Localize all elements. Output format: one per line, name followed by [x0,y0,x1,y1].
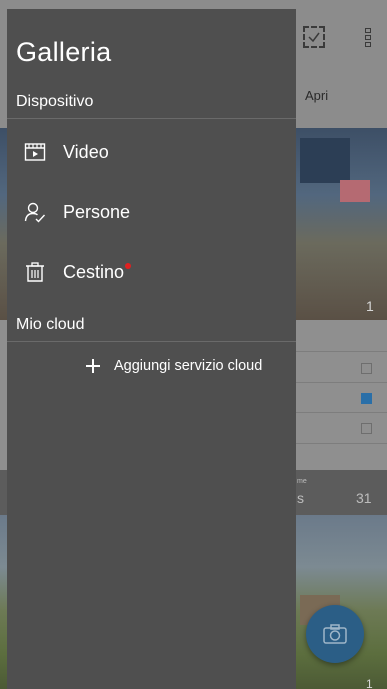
list-checkbox-checked[interactable] [361,393,372,404]
people-icon [24,202,46,223]
drawer-item-trash[interactable]: Cestino [7,244,296,300]
plus-icon [86,359,100,373]
album-name: s [297,490,304,506]
list-checkbox[interactable] [361,363,372,374]
drawer-item-people[interactable]: Persone [7,184,296,240]
drawer-item-label: Persone [63,202,131,222]
overflow-menu-icon[interactable] [365,28,373,50]
drawer-item-label: Cestino [63,262,132,283]
album-count: 31 [356,490,372,506]
drawer-item-video[interactable]: Video [7,124,296,180]
list-divider [296,443,387,444]
camera-button[interactable] [306,605,364,663]
photo-count: 1 [366,677,373,689]
photo-count: 1 [366,298,374,314]
notification-badge [125,263,132,269]
select-icon[interactable] [303,26,325,48]
list-checkbox[interactable] [361,423,372,434]
drawer-title: Galleria [16,37,112,67]
tab-apri[interactable]: Apri [305,88,328,103]
photo-detail [300,138,350,183]
trash-icon [26,262,44,282]
section-divider [7,341,296,342]
navigation-drawer: Galleria Dispositivo Video Persone Cesti… [7,9,296,689]
video-icon [24,143,46,161]
list-divider [296,351,387,352]
album-caption-small: me [297,478,307,485]
drawer-item-label: Video [63,142,109,162]
section-header-cloud: Mio cloud [16,316,85,333]
section-divider [7,118,296,119]
add-cloud-service-label: Aggiungi servizio cloud [114,358,263,374]
photo-detail [340,180,370,202]
list-divider [296,412,387,413]
list-divider [296,382,387,383]
camera-icon [323,624,347,644]
section-header-device: Dispositivo [16,93,94,110]
